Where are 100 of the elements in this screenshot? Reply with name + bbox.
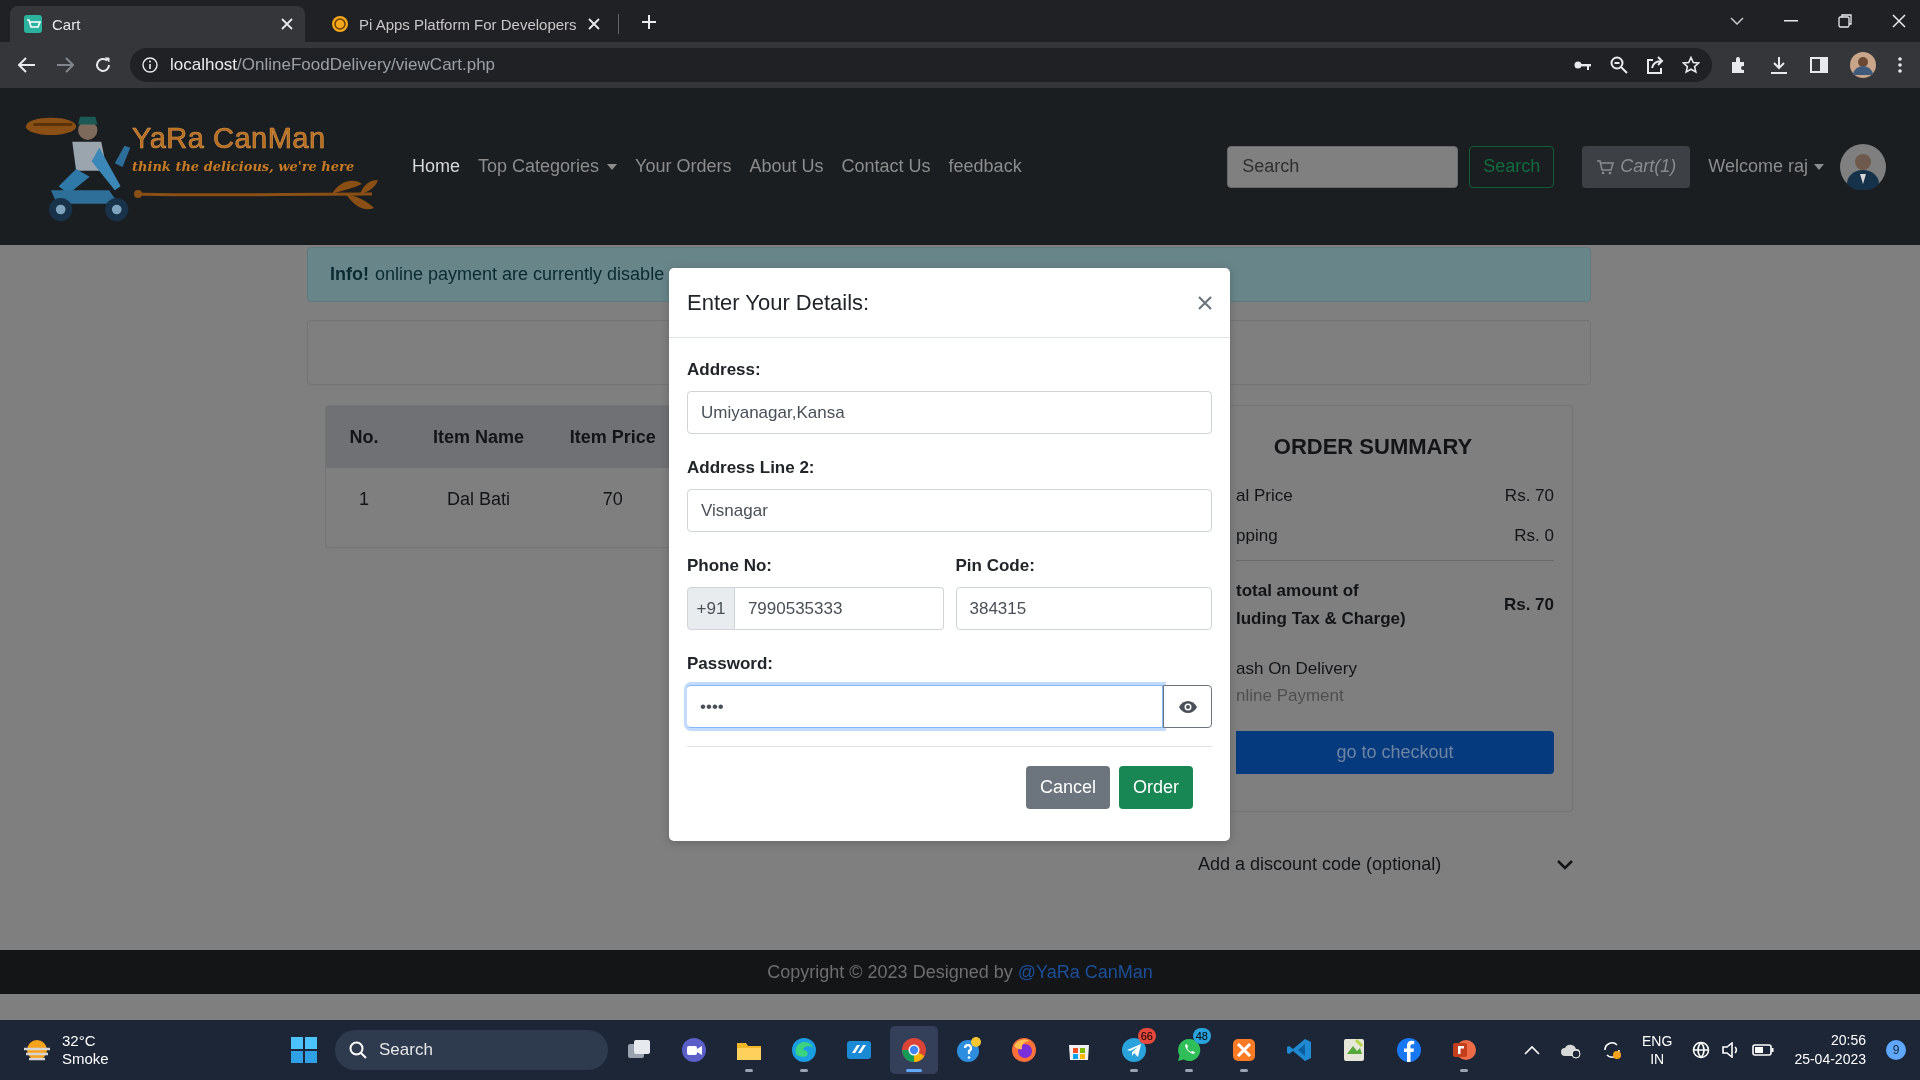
search-icon — [349, 1041, 367, 1059]
running-indicator — [906, 1069, 922, 1072]
browser-tab[interactable]: Cart — [10, 6, 305, 42]
nav-link[interactable]: Contact Us — [841, 156, 931, 177]
user-avatar[interactable] — [1840, 143, 1886, 190]
input-field[interactable]: Visnagar — [687, 489, 1212, 532]
summary-value: Rs. 0 — [1514, 526, 1554, 546]
table-cell-text: Dal Bati — [446, 488, 512, 510]
coin-favicon — [331, 15, 349, 33]
weather-condition: Smoke — [62, 1050, 109, 1068]
globe-icon[interactable] — [1692, 1041, 1711, 1059]
taskbar-search[interactable]: Search — [335, 1030, 608, 1070]
minimize-icon[interactable] — [1784, 20, 1798, 22]
column-header: Item Price — [568, 426, 657, 448]
discount-toggle[interactable]: Add a discount code (optional) — [1198, 854, 1573, 875]
chevron-up-icon[interactable] — [1524, 1045, 1541, 1055]
checkout-button[interactable]: go to checkout — [1236, 731, 1554, 774]
cart-icon — [1596, 158, 1615, 175]
search-field[interactable]: Search — [1227, 145, 1459, 188]
nav-link[interactable]: Top Categories — [478, 156, 618, 177]
caret-down-icon — [1814, 163, 1824, 170]
input-field[interactable]: 384315 — [955, 587, 1212, 630]
key-icon[interactable] — [1574, 59, 1592, 71]
info-icon — [142, 57, 158, 73]
card-title: ORDER SUMMARY — [1272, 434, 1474, 460]
table-cell-text: 1 — [357, 488, 370, 510]
summary-value: Rs. 70 — [1504, 486, 1554, 506]
eye-icon — [1177, 699, 1198, 714]
share-icon[interactable] — [1646, 56, 1664, 74]
zoom-out-icon[interactable] — [1610, 56, 1628, 74]
caret-down-icon — [607, 163, 618, 170]
sync-icon[interactable] — [1602, 1040, 1623, 1060]
field-label: Address Line 2: — [687, 458, 816, 478]
input-field[interactable]: Umiyanagar,Kansa — [687, 391, 1212, 434]
profile-avatar-icon[interactable] — [1850, 52, 1876, 78]
payment-option[interactable]: ash On Delivery — [1236, 655, 1554, 682]
close-icon[interactable] — [1892, 14, 1906, 28]
close-icon — [1198, 295, 1212, 310]
running-indicator — [1460, 1069, 1468, 1072]
close-button[interactable] — [1198, 295, 1212, 310]
code-editor-icon — [1285, 1036, 1313, 1064]
chevron-down-icon[interactable] — [1730, 17, 1744, 25]
download-icon[interactable] — [1770, 56, 1788, 74]
browser-icon — [1010, 1036, 1038, 1064]
nav-link[interactable]: feedback — [948, 156, 1022, 177]
brand-name: YaRa CanMan — [132, 123, 327, 155]
nav-link[interactable]: About Us — [749, 156, 824, 177]
summary-label: al Price — [1236, 486, 1293, 506]
browser-icon — [900, 1036, 928, 1064]
notification-badge: 48 — [1192, 1028, 1211, 1044]
copyright-text: Copyright © 2023 Designed by @YaRa CanMan — [767, 961, 1153, 983]
column-header: Item Name — [432, 426, 526, 448]
start-icon[interactable] — [290, 1036, 318, 1064]
social-app-icon — [1395, 1036, 1423, 1064]
table-cell-text: 70 — [601, 488, 624, 510]
close-icon[interactable] — [281, 18, 293, 30]
battery-icon[interactable] — [1752, 1044, 1775, 1056]
taskbar-app[interactable]: 48 — [1165, 1026, 1213, 1074]
taskbar-app[interactable]: 66 — [1110, 1026, 1158, 1074]
nav-link[interactable]: Home — [412, 156, 460, 177]
order-button[interactable]: Order — [1119, 766, 1193, 809]
nav-link[interactable]: Your Orders — [635, 156, 732, 177]
total-label: luding Tax & Charge) — [1236, 608, 1406, 630]
side-panel-icon[interactable] — [1810, 56, 1828, 74]
more-menu-icon[interactable] — [1898, 57, 1902, 73]
running-indicator — [1240, 1069, 1248, 1072]
reload-icon[interactable] — [94, 56, 112, 74]
clock[interactable]: 20:56 25-04-2023 — [1794, 1031, 1866, 1069]
running-indicator — [745, 1069, 753, 1072]
input-field[interactable]: 7990535333 — [734, 587, 944, 630]
cart-favicon — [24, 15, 42, 33]
summary-label: pping — [1236, 526, 1278, 546]
browser-tab[interactable]: Pi Apps Platform For Developers — [317, 6, 612, 42]
brand-tagline: think the delicious, we're here — [132, 158, 356, 174]
browser-icon — [790, 1036, 818, 1064]
field-label: Phone No: — [687, 556, 773, 576]
weather-temperature: 32°C — [62, 1032, 97, 1050]
total-label: total amount of — [1236, 580, 1360, 602]
back-arrow-icon[interactable] — [18, 57, 36, 73]
cart-button[interactable]: Cart(1) — [1582, 145, 1691, 188]
new-tab-icon[interactable] — [641, 14, 657, 30]
restore-icon[interactable] — [1838, 14, 1852, 28]
star-icon[interactable] — [1682, 56, 1700, 74]
close-icon[interactable] — [588, 18, 600, 30]
running-indicator — [1130, 1069, 1138, 1072]
password-field[interactable]: •••• — [687, 685, 1163, 728]
show-password-button[interactable] — [1163, 685, 1212, 728]
notification-count[interactable]: 9 — [1886, 1040, 1906, 1060]
input-language[interactable]: ENG IN — [1642, 1032, 1673, 1068]
total-value: Rs. 70 — [1503, 595, 1554, 615]
forward-arrow-icon[interactable] — [56, 57, 74, 73]
notification-badge: 66 — [1137, 1028, 1156, 1044]
field-label: Pin Code: — [955, 556, 1036, 576]
chevron-down-icon — [1557, 859, 1573, 870]
cancel-button[interactable]: Cancel — [1025, 766, 1110, 809]
running-indicator — [800, 1069, 808, 1072]
running-indicator — [1185, 1069, 1193, 1072]
video-camera-icon — [680, 1036, 708, 1064]
user-menu[interactable]: Welcome raj — [1708, 156, 1824, 177]
app-tile-icon — [1230, 1036, 1258, 1064]
